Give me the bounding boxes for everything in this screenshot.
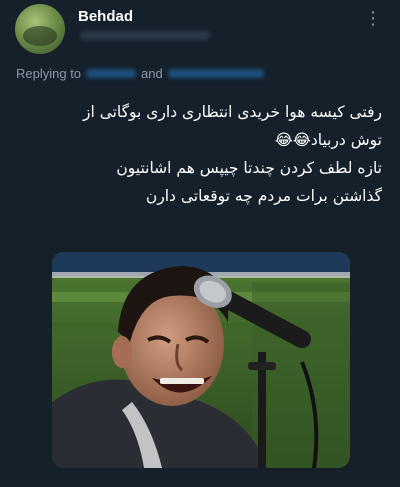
mention-link-blurred[interactable] bbox=[167, 69, 264, 78]
mention-link-blurred[interactable] bbox=[86, 69, 137, 78]
replying-to-joiner: and bbox=[141, 66, 163, 81]
author-name[interactable]: Behdad bbox=[78, 8, 133, 25]
tweet-text-line: تازه لطف کردن چندتا چیپس هم اشانتیون bbox=[116, 159, 382, 177]
tweet-text: رفتی کیسه هوا خریدی انتظاری داری بوگاتی … bbox=[20, 98, 382, 210]
more-vertical-icon[interactable]: ⋮ bbox=[364, 10, 382, 28]
tweet-text-line: گذاشتن برات مردم چه توقعاتی دارن bbox=[145, 187, 382, 205]
replying-to-label: Replying to bbox=[16, 66, 82, 81]
tweet-text-line: توش دربیاد😂😂 bbox=[274, 131, 382, 149]
tweet-text-line: رفتی کیسه هوا خریدی انتظاری داری بوگاتی … bbox=[82, 103, 382, 121]
tweet-media-image[interactable] bbox=[52, 252, 350, 468]
author-handle-blurred bbox=[80, 31, 210, 40]
laughing-man-with-microphone-image bbox=[52, 252, 350, 468]
avatar[interactable] bbox=[15, 4, 65, 54]
replying-to-row: Replying to and bbox=[16, 66, 264, 81]
